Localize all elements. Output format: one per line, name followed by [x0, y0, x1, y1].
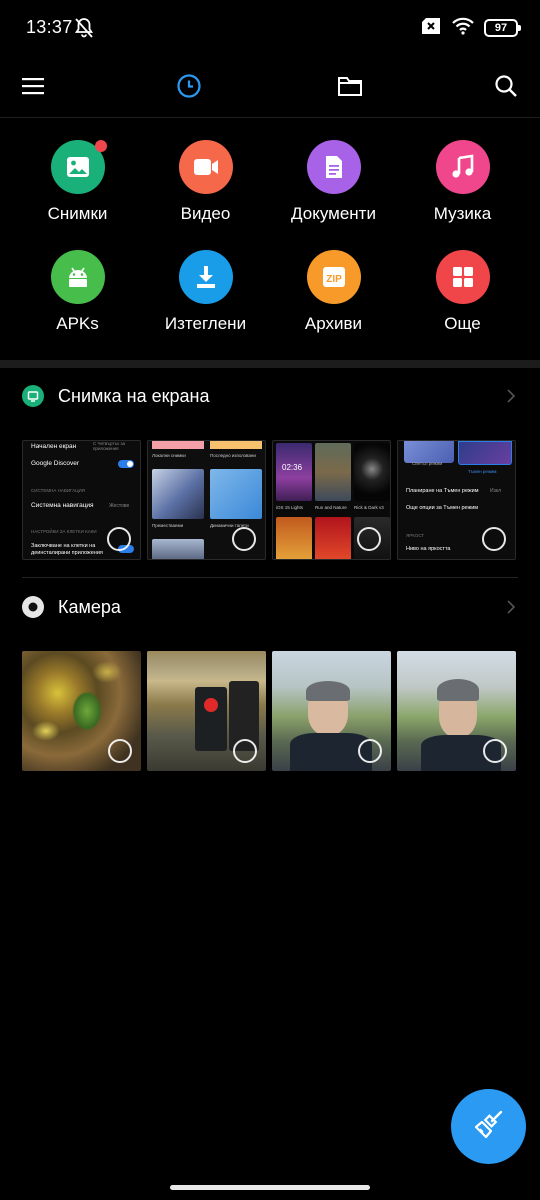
thumbnail[interactable]: Локални снимки Последно използвани Преме…	[147, 440, 266, 560]
category-images[interactable]: Снимки	[10, 118, 145, 228]
toolbar	[0, 56, 540, 118]
divider	[22, 577, 518, 578]
chevron-right-icon	[506, 388, 516, 404]
category-more[interactable]: Още	[395, 228, 530, 338]
select-checkbox[interactable]	[358, 739, 382, 763]
clock-icon[interactable]	[169, 66, 209, 106]
screenshots-section-header[interactable]: Снимка на екрана	[0, 368, 540, 424]
camera-section-header[interactable]: Камера	[0, 579, 540, 635]
category-grid: Снимки Видео Документи Музика APKs Изтег…	[0, 118, 540, 360]
screenshot-thumbnails: Начален екран С Четвъртък за приложения …	[22, 440, 518, 560]
category-label: Документи	[291, 204, 376, 223]
category-label: Видео	[180, 204, 231, 223]
notifications-off-icon	[72, 16, 96, 40]
sim-missing-icon	[420, 17, 442, 40]
select-checkbox[interactable]	[107, 527, 131, 551]
category-documents[interactable]: Документи	[266, 118, 401, 228]
photo-thumbnail[interactable]	[22, 651, 141, 771]
category-label: Снимки	[47, 204, 108, 223]
folder-icon[interactable]	[330, 66, 370, 106]
document-icon	[306, 140, 361, 194]
category-label: Още	[444, 314, 481, 333]
music-icon	[435, 140, 490, 194]
wifi-icon	[452, 17, 474, 40]
category-label: Изтеглени	[164, 314, 247, 333]
section-title: Снимка на екрана	[58, 385, 210, 406]
video-icon	[178, 140, 233, 194]
category-archives[interactable]: ZIP Архиви	[266, 228, 401, 338]
new-badge	[94, 140, 107, 152]
category-label: APKs	[56, 314, 99, 333]
divider	[0, 360, 540, 368]
grid-icon	[435, 250, 490, 304]
home-indicator[interactable]	[170, 1185, 370, 1190]
image-icon	[50, 140, 107, 194]
select-checkbox[interactable]	[233, 739, 257, 763]
category-video[interactable]: Видео	[138, 118, 273, 228]
category-label: Музика	[433, 204, 492, 223]
camera-thumbnails	[22, 651, 518, 771]
photo-thumbnail[interactable]	[147, 651, 266, 771]
battery-icon: 97	[484, 19, 521, 37]
select-checkbox[interactable]	[482, 527, 506, 551]
thumbnail[interactable]: Начален екран С Четвъртък за приложения …	[22, 440, 141, 560]
android-icon	[50, 250, 105, 304]
menu-icon[interactable]	[13, 66, 53, 106]
photo-thumbnail[interactable]	[272, 651, 391, 771]
section-title: Камера	[58, 596, 121, 617]
select-checkbox[interactable]	[232, 527, 256, 551]
status-time: 13:37	[26, 17, 73, 37]
svg-text:ZIP: ZIP	[326, 274, 342, 285]
thumbnail[interactable]: Светъл режим Тъмен режим Планиране на Тъ…	[397, 440, 516, 560]
screenshot-folder-icon	[22, 385, 44, 407]
broom-icon	[472, 1107, 506, 1146]
clean-button[interactable]	[451, 1089, 526, 1164]
category-apks[interactable]: APKs	[10, 228, 145, 338]
search-icon[interactable]	[486, 66, 526, 106]
status-bar: 13:37 97	[0, 0, 540, 56]
select-checkbox[interactable]	[483, 739, 507, 763]
thumbnail[interactable]: 02:36 iOS 15 Lights Run and Nature Rick …	[272, 440, 391, 560]
chevron-right-icon	[506, 599, 516, 615]
category-music[interactable]: Музика	[395, 118, 530, 228]
select-checkbox[interactable]	[108, 739, 132, 763]
select-checkbox[interactable]	[357, 527, 381, 551]
download-icon	[178, 250, 233, 304]
category-label: Архиви	[304, 314, 363, 333]
zip-icon: ZIP	[306, 250, 361, 304]
category-downloads[interactable]: Изтеглени	[138, 228, 273, 338]
photo-thumbnail[interactable]	[397, 651, 516, 771]
camera-folder-icon	[22, 596, 44, 618]
